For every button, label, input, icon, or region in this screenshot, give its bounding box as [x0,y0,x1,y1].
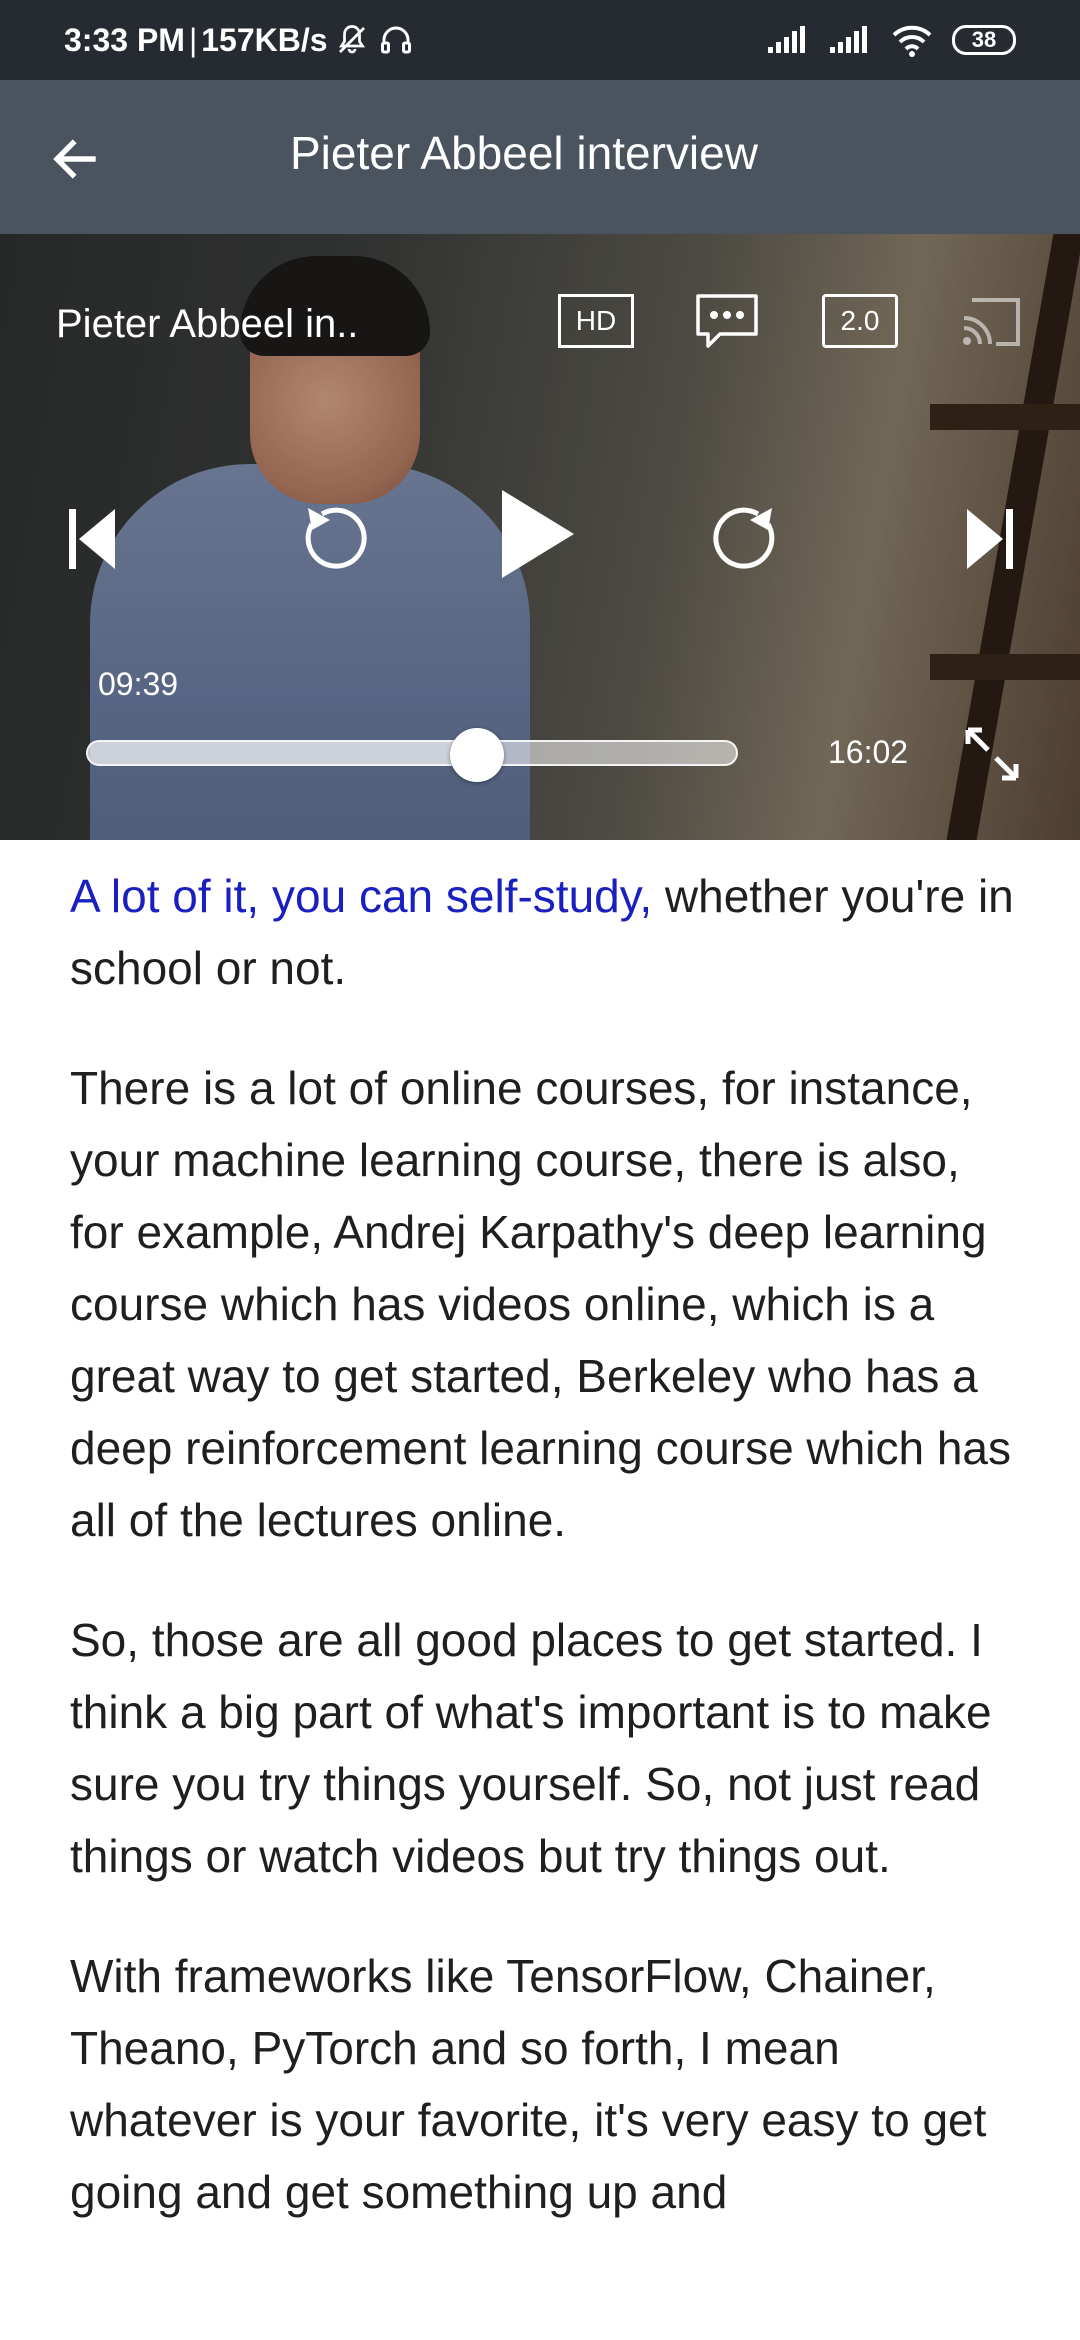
arrow-left-icon [53,139,96,179]
current-time: 09:39 [98,666,179,702]
skip-previous-icon [69,509,115,569]
subtitles-button[interactable] [694,292,760,352]
status-bar: 3:33 PM | 157KB/s 38 [0,0,1080,80]
seek-bar[interactable] [86,740,738,766]
fullscreen-button[interactable] [962,724,1022,784]
skip-next-icon [967,509,1013,569]
seek-thumb[interactable] [450,728,505,782]
network-speed: 157KB/s [201,21,328,58]
status-time: 3:33 PM [64,21,185,58]
battery-level: 38 [971,27,997,52]
status-left: 3:33 PM | 157KB/s [64,22,414,59]
video-player[interactable]: Pieter Abbeel in.. HD 2.0 09:39 16:02 [0,234,1080,840]
previous-button[interactable] [62,504,122,574]
video-title: Pieter Abbeel in.. [56,302,359,346]
transcript-paragraph[interactable]: So, those are all good places to get sta… [70,1604,1020,1892]
speed-label: 2.0 [840,305,880,336]
status-separator: | [188,21,198,58]
total-time: 16:02 [828,734,909,770]
next-button[interactable] [960,504,1020,574]
battery-icon: 38 [952,25,1016,55]
headset-icon [378,22,414,58]
fast-forward-icon [713,507,775,569]
cast-icon [963,298,1020,346]
transcript-paragraph[interactable]: With frameworks like TensorFlow, Chainer… [70,1940,1020,2228]
status-right: 38 [766,23,1016,57]
playback-speed-button[interactable]: 2.0 [822,294,898,348]
chat-bubble-icon [696,294,758,348]
wifi-icon [890,23,934,57]
forward-button[interactable] [704,496,784,576]
transcript-paragraph: A lot of it, you can self-study, whether… [70,860,1020,1004]
play-icon [502,490,574,578]
transcript: A lot of it, you can self-study, whether… [70,860,1020,2276]
hd-label: HD [575,305,617,336]
play-button[interactable] [496,484,580,584]
expand-icon [965,727,1019,781]
mute-bell-icon [334,22,370,58]
page-title: Pieter Abbeel interview [290,127,758,179]
seek-bar-progress [88,742,477,764]
transcript-highlighted-sentence[interactable]: A lot of it, you can self-study, [70,870,652,922]
signal-icon [766,25,810,55]
signal-icon [828,25,872,55]
cast-button[interactable] [960,296,1022,348]
hd-quality-button[interactable]: HD [558,294,634,348]
rewind-icon [305,507,367,569]
rewind-button[interactable] [296,496,376,576]
transcript-paragraph[interactable]: There is a lot of online courses, for in… [70,1052,1020,1556]
back-button[interactable] [40,124,110,194]
app-bar: Pieter Abbeel interview [0,80,1080,234]
